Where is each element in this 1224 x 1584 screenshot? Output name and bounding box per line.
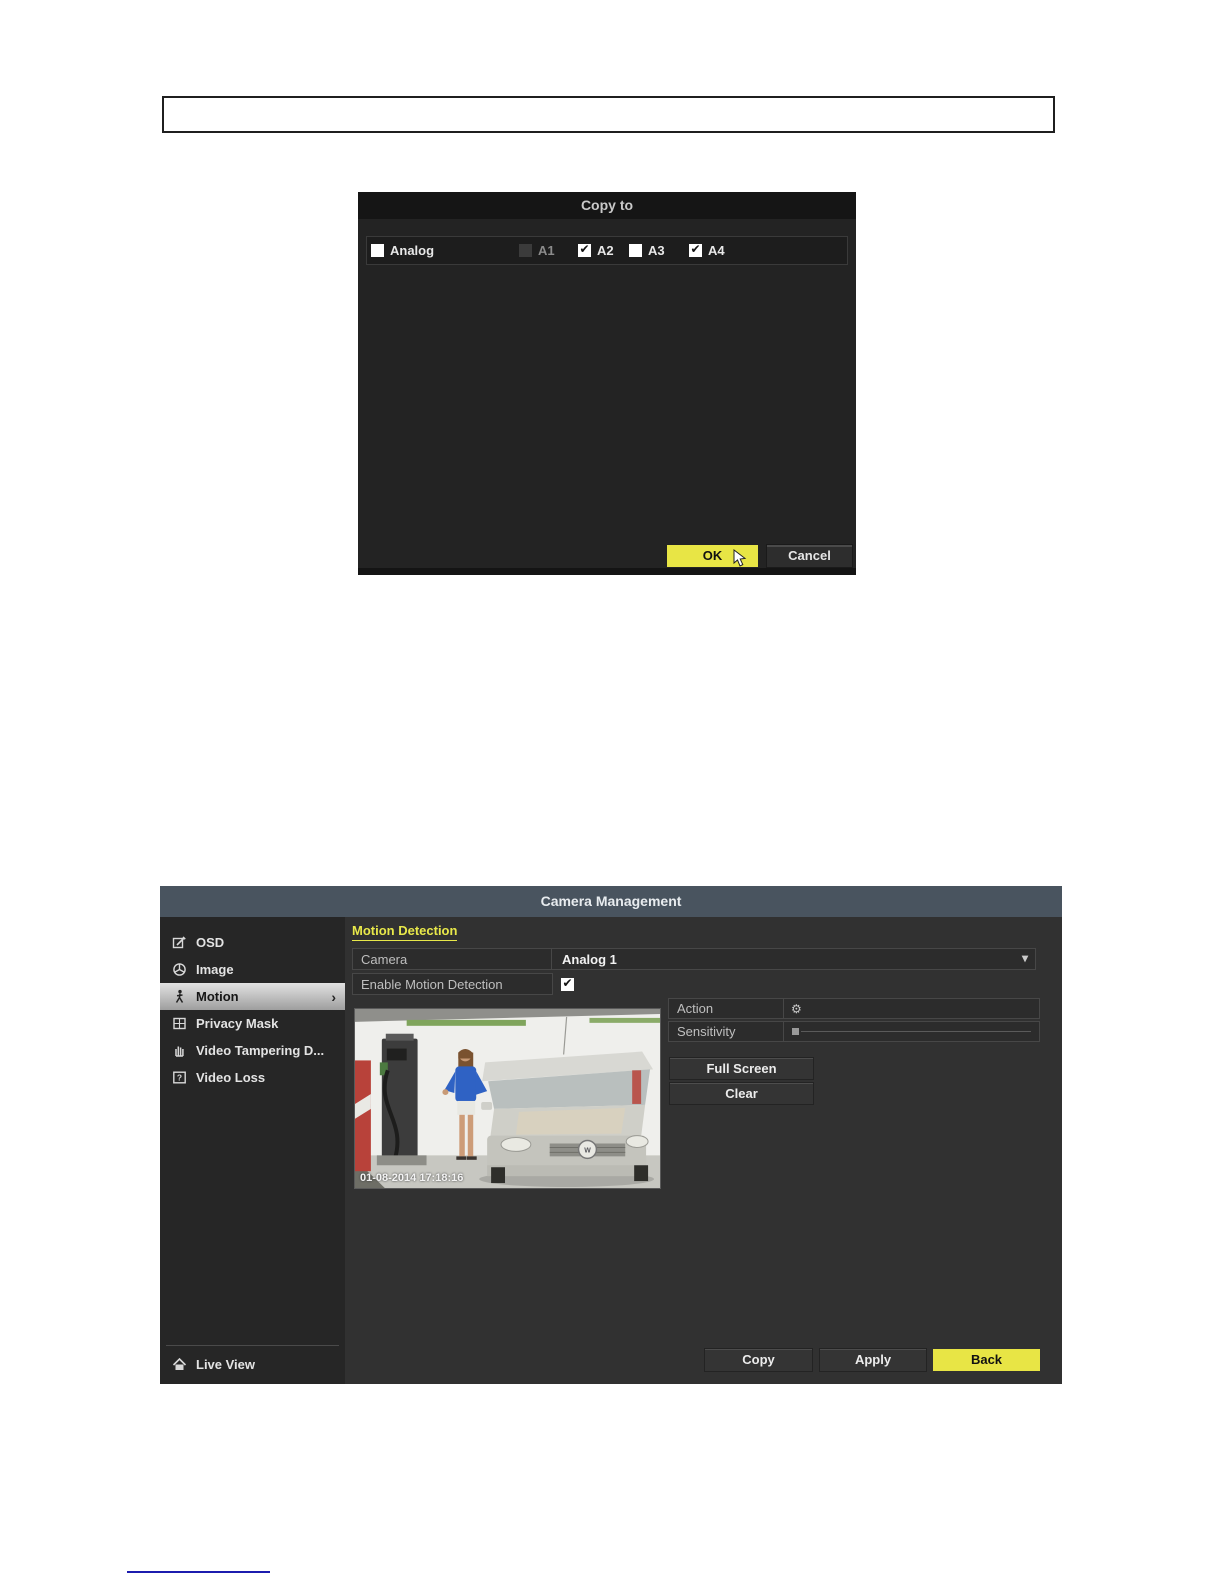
selected-arrow-icon: › xyxy=(331,988,336,1005)
sidebar-item-privacy-mask[interactable]: Privacy Mask › xyxy=(160,1010,345,1037)
clear-button[interactable]: Clear xyxy=(670,1083,813,1104)
live-view-label: Live View xyxy=(196,1356,256,1372)
sidebar-item-live-view[interactable]: Live View xyxy=(160,1351,345,1377)
copy-button[interactable]: Copy xyxy=(705,1349,812,1371)
enable-motion-row: Enable Motion Detection xyxy=(352,973,1036,995)
a4-label: A4 xyxy=(708,243,725,258)
settings-main-panel: Motion Detection Camera Analog 1 ▾ Enabl… xyxy=(345,917,1062,1384)
a4-checkbox[interactable] xyxy=(689,243,702,257)
sidebar-item-label: Motion xyxy=(196,989,239,1004)
preview-timestamp: 01-08-2014 17:18:16 xyxy=(360,1172,464,1184)
a1-label: A1 xyxy=(538,243,555,258)
document-page: Copy to Analog A1 A2 A3 A4 OK xyxy=(0,0,1224,1584)
checkbox-analog[interactable]: Analog xyxy=(371,237,434,264)
mouse-cursor-icon xyxy=(733,549,747,567)
sensitivity-slider[interactable] xyxy=(784,1022,1039,1041)
sidebar-item-video-tampering[interactable]: Video Tampering D... › xyxy=(160,1037,345,1064)
camera-preview-image: W xyxy=(355,1009,660,1188)
chevron-down-icon: ▾ xyxy=(1021,951,1028,965)
checkbox-a2[interactable]: A2 xyxy=(578,237,614,264)
analog-checkbox[interactable] xyxy=(371,244,384,257)
checkbox-a3[interactable]: A3 xyxy=(629,237,665,264)
gear-icon[interactable]: ⚙ xyxy=(791,1002,802,1016)
a1-checkbox xyxy=(519,244,532,257)
a3-label: A3 xyxy=(648,243,665,258)
osd-edit-icon xyxy=(172,936,186,949)
camera-management-window: Camera Management OSD › Image xyxy=(160,886,1062,1384)
svg-text:?: ? xyxy=(177,1073,182,1083)
a3-checkbox[interactable] xyxy=(629,244,642,257)
privacy-mask-icon xyxy=(173,1017,186,1030)
sidebar-separator xyxy=(166,1345,339,1346)
action-row: Action ⚙ xyxy=(668,998,1040,1019)
camera-dropdown-value: Analog 1 xyxy=(562,951,617,967)
video-tampering-icon xyxy=(175,1046,184,1057)
sidebar-item-label: Video Tampering D... xyxy=(196,1043,325,1058)
footer-link-underline[interactable] xyxy=(127,1571,270,1573)
sidebar-item-image[interactable]: Image › xyxy=(160,956,345,983)
svg-text:W: W xyxy=(584,1147,591,1154)
checkbox-a4[interactable]: A4 xyxy=(689,237,725,264)
camera-dropdown[interactable]: Analog 1 ▾ xyxy=(552,949,1035,969)
channel-checkbox-row: Analog A1 A2 A3 A4 xyxy=(366,236,848,265)
sidebar-item-motion[interactable]: Motion › xyxy=(160,983,345,1010)
analog-label: Analog xyxy=(390,243,435,258)
sidebar-item-video-loss[interactable]: ? Video Loss › xyxy=(160,1064,345,1091)
sidebar-item-label: Video Loss xyxy=(196,1070,266,1085)
cancel-button[interactable]: Cancel xyxy=(767,545,852,567)
sidebar-item-label: Image xyxy=(196,962,234,977)
a2-label: A2 xyxy=(597,243,614,258)
motion-icon xyxy=(175,989,184,1003)
checkbox-a1: A1 xyxy=(519,237,555,264)
enable-motion-label: Enable Motion Detection xyxy=(352,973,553,995)
copy-to-dialog: Copy to Analog A1 A2 A3 A4 OK xyxy=(358,192,856,575)
slider-handle[interactable] xyxy=(792,1028,799,1035)
action-label: Action xyxy=(669,999,784,1018)
sidebar-item-label: Privacy Mask xyxy=(196,1016,279,1031)
settings-sidebar: OSD › Image › Motion xyxy=(160,917,345,1384)
camera-preview[interactable]: W 01-08-2014 17:18:16 xyxy=(354,1008,661,1189)
camera-select-row: Camera Analog 1 ▾ xyxy=(352,948,1036,970)
page-title: Motion Detection xyxy=(352,923,458,941)
sidebar-item-osd[interactable]: OSD › xyxy=(160,929,345,956)
back-button[interactable]: Back xyxy=(933,1349,1040,1371)
video-loss-icon: ? xyxy=(173,1071,186,1084)
a2-checkbox[interactable] xyxy=(578,243,591,257)
enable-motion-checkbox[interactable] xyxy=(561,977,574,991)
dialog-title: Copy to xyxy=(358,192,856,219)
camera-label: Camera xyxy=(353,949,552,969)
sensitivity-label: Sensitivity xyxy=(669,1022,784,1041)
dialog-footer-strip xyxy=(358,568,856,575)
home-icon xyxy=(172,1357,187,1370)
sensitivity-row: Sensitivity xyxy=(668,1021,1040,1042)
apply-button[interactable]: Apply xyxy=(820,1349,926,1371)
full-screen-button[interactable]: Full Screen xyxy=(670,1058,813,1079)
callout-box xyxy=(162,96,1055,133)
slider-track xyxy=(801,1031,1031,1032)
window-title: Camera Management xyxy=(160,886,1062,917)
sidebar-item-label: OSD xyxy=(196,935,225,950)
image-icon xyxy=(173,963,186,976)
